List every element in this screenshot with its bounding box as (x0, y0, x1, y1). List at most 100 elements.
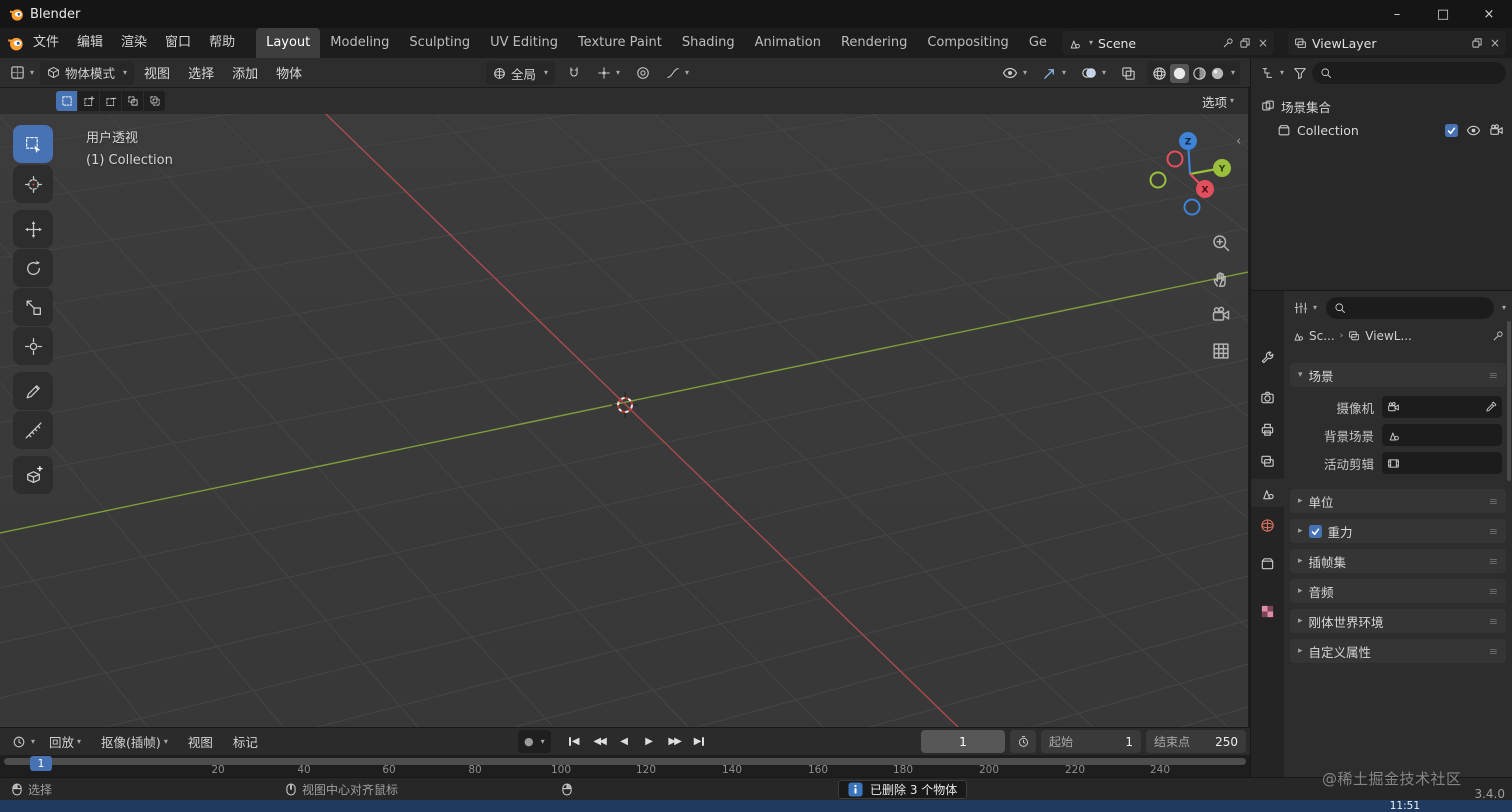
tool-add-cube-button[interactable] (13, 456, 53, 494)
remove-view-layer-icon[interactable]: × (1490, 36, 1500, 50)
next-keyframe-button[interactable]: ▶▶ (663, 730, 686, 753)
proportional-edit-button[interactable] (632, 61, 654, 85)
workspace-tab-rendering[interactable]: Rendering (831, 28, 917, 58)
workspace-tab-uv-editing[interactable]: UV Editing (480, 28, 568, 58)
overlays-dropdown[interactable]: ▾ (1077, 61, 1110, 85)
panel-custom-props-header[interactable]: ▸ 自定义属性 ≡ (1290, 639, 1506, 663)
minimize-button[interactable]: – (1374, 0, 1420, 28)
jump-to-start-button[interactable]: ◀ (563, 730, 586, 753)
snap-toggle-button[interactable] (563, 61, 585, 85)
navigation-gizmo[interactable]: Z Y X (1145, 116, 1235, 226)
current-frame-field[interactable]: 1 (921, 730, 1005, 753)
drag-handle-icon[interactable]: ≡ (1489, 495, 1498, 508)
play-reverse-button[interactable]: ◀ (613, 730, 636, 753)
tool-annotate-button[interactable] (13, 372, 53, 410)
tab-collection[interactable] (1251, 549, 1284, 577)
workspace-tab-texture-paint[interactable]: Texture Paint (568, 28, 672, 58)
play-button[interactable]: ▶ (638, 730, 661, 753)
scene-selector[interactable]: ▾ Scene × (1062, 31, 1274, 55)
tab-scene[interactable] (1251, 479, 1284, 507)
breadcrumb-viewlayer[interactable]: ViewL... (1365, 329, 1412, 343)
workspace-tab-modeling[interactable]: Modeling (320, 28, 399, 58)
menu-file[interactable]: 文件 (24, 28, 68, 58)
tool-cursor-button[interactable] (13, 165, 53, 203)
gizmo-negative-y[interactable] (1149, 171, 1167, 189)
panel-gravity-header[interactable]: ▸ 重力 ≡ (1290, 519, 1506, 543)
timeline-editor-type-button[interactable]: ▾ (8, 730, 39, 754)
menu-viewport-object[interactable]: 物体 (268, 63, 310, 82)
tool-move-button[interactable] (13, 210, 53, 248)
workspace-tab-sculpting[interactable]: Sculpting (399, 28, 480, 58)
menu-timeline-view[interactable]: 视图 (178, 732, 223, 751)
use-preview-range-button[interactable] (1010, 730, 1036, 753)
drag-handle-icon[interactable]: ≡ (1489, 369, 1498, 382)
start-frame-field[interactable]: 起始 1 (1041, 730, 1141, 753)
filter-chevron-icon[interactable]: ▾ (1502, 304, 1506, 312)
pin-icon[interactable] (1492, 330, 1504, 342)
tab-render[interactable] (1251, 383, 1284, 411)
filter-funnel-icon[interactable] (1293, 66, 1307, 80)
prev-keyframe-button[interactable]: ◀◀ (588, 730, 611, 753)
outliner-row-scene-collection[interactable]: 场景集合 (1251, 94, 1512, 118)
active-clip-field[interactable] (1382, 452, 1502, 474)
sidebar-collapse-icon[interactable]: ‹ (1236, 134, 1241, 149)
xray-toggle-button[interactable] (1117, 61, 1140, 85)
shading-rendered-icon[interactable] (1210, 66, 1225, 81)
notification-toast[interactable]: 已删除 3 个物体 (838, 780, 968, 799)
select-mode-new-button[interactable] (56, 91, 77, 111)
record-button[interactable]: ● (524, 735, 534, 748)
tool-transform-button[interactable] (13, 327, 53, 365)
properties-scrollbar[interactable] (1507, 321, 1511, 481)
editor-type-button[interactable]: ▾ (6, 61, 38, 85)
breadcrumb-scene[interactable]: Sc... (1309, 329, 1335, 343)
pin-icon[interactable] (1222, 37, 1234, 49)
select-mode-intersect-button[interactable] (144, 91, 165, 111)
gizmo-negative-x[interactable] (1166, 150, 1184, 168)
tab-output[interactable] (1251, 415, 1284, 443)
hide-eye-icon[interactable] (1466, 123, 1481, 138)
drag-handle-icon[interactable]: ≡ (1489, 525, 1498, 538)
properties-editor-type-button[interactable]: ▾ (1290, 296, 1321, 320)
chevron-down-icon[interactable]: ▾ (541, 737, 545, 746)
maximize-button[interactable]: □ (1420, 0, 1466, 28)
tool-select-box-button[interactable] (13, 125, 53, 163)
tool-scale-button[interactable] (13, 288, 53, 326)
current-frame-marker[interactable]: 1 (30, 756, 52, 771)
visibility-dropdown[interactable]: ▾ (998, 61, 1031, 85)
blender-menu-icon[interactable] (6, 34, 24, 52)
drag-handle-icon[interactable]: ≡ (1489, 585, 1498, 598)
new-view-layer-icon[interactable] (1471, 37, 1483, 49)
drag-handle-icon[interactable]: ≡ (1489, 645, 1498, 658)
shading-material-icon[interactable] (1192, 66, 1207, 81)
orientation-dropdown[interactable]: 全局 ▾ (486, 61, 556, 85)
gravity-checkbox[interactable] (1308, 524, 1322, 538)
panel-scene-header[interactable]: ▾ 场景 ≡ (1290, 363, 1506, 387)
timeline-ruler[interactable]: 1 20 40 60 80 100 120 140 160 180 200 22… (0, 755, 1250, 777)
workspace-tab-shading[interactable]: Shading (672, 28, 745, 58)
menu-edit[interactable]: 编辑 (68, 28, 112, 58)
select-mode-invert-button[interactable] (122, 91, 143, 111)
new-scene-icon[interactable] (1239, 37, 1251, 49)
tab-texture[interactable] (1251, 597, 1284, 625)
menu-playback[interactable]: 回放 ▾ (39, 732, 91, 751)
background-scene-field[interactable] (1382, 424, 1502, 446)
jump-to-end-button[interactable]: ▶ (688, 730, 711, 753)
zoom-button[interactable] (1206, 228, 1236, 258)
ortho-toggle-button[interactable] (1206, 336, 1236, 366)
snap-target-dropdown[interactable]: ▾ (593, 61, 624, 85)
menu-viewport-view[interactable]: 视图 (136, 63, 178, 82)
workspace-tab-geometry[interactable]: Ge (1019, 28, 1056, 58)
gizmos-dropdown[interactable]: ▾ (1038, 61, 1070, 85)
tool-measure-button[interactable] (13, 411, 53, 449)
tab-world[interactable] (1251, 511, 1284, 539)
workspace-tab-layout[interactable]: Layout (256, 28, 321, 58)
tool-rotate-button[interactable] (13, 249, 53, 287)
eyedropper-icon[interactable] (1485, 401, 1497, 413)
render-visibility-icon[interactable] (1489, 123, 1504, 138)
menu-keying[interactable]: 抠像(插帧) ▾ (91, 732, 178, 751)
panel-units-header[interactable]: ▸ 单位 ≡ (1290, 489, 1506, 513)
view-layer-selector[interactable]: ViewLayer × (1288, 31, 1506, 55)
camera-view-button[interactable] (1206, 300, 1236, 330)
pan-button[interactable] (1206, 264, 1236, 294)
tab-view-layer[interactable] (1251, 447, 1284, 475)
